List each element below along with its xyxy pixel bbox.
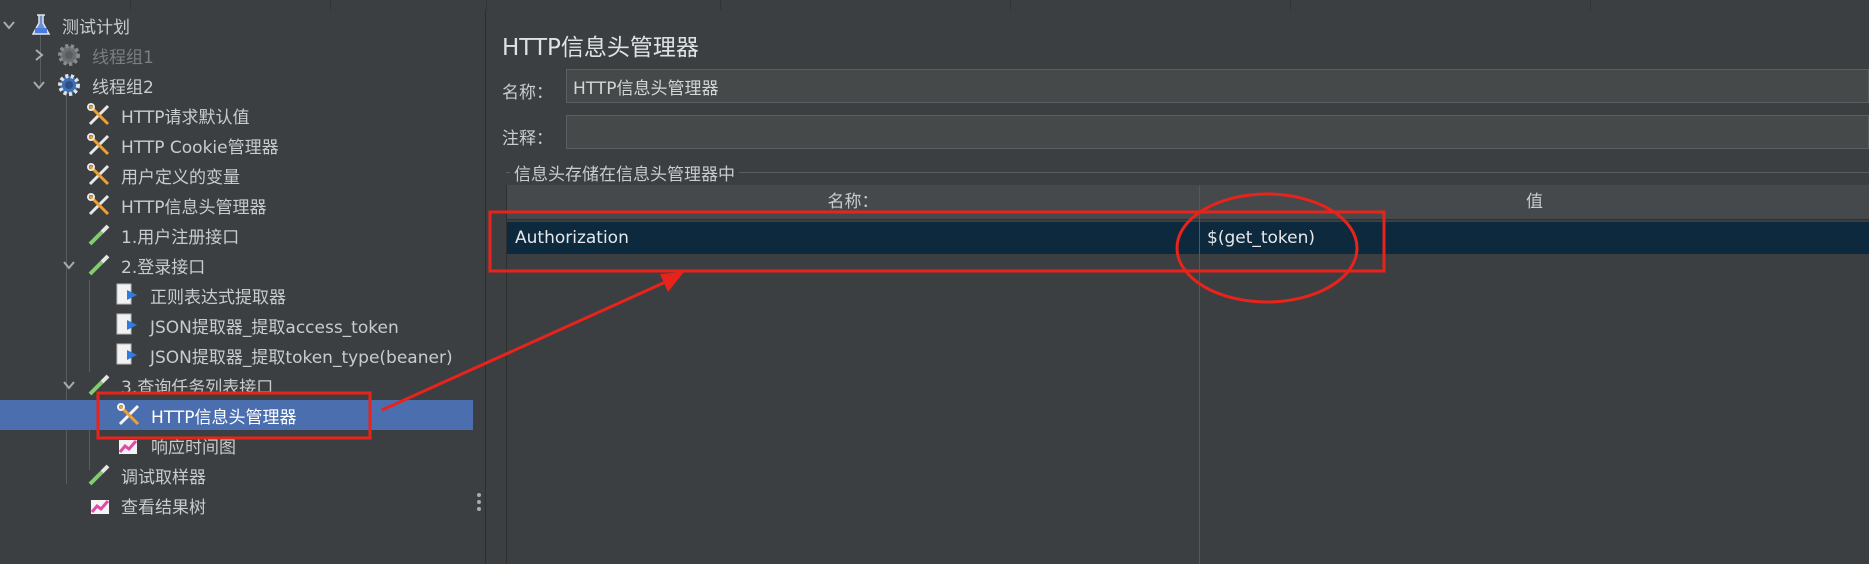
tree-node-debug-sampler[interactable]: 调试取样器 bbox=[0, 460, 473, 490]
tree-node-thread-group-2[interactable]: 线程组2 bbox=[0, 70, 473, 100]
tree-node-view-results-tree[interactable]: 查看结果树 bbox=[0, 490, 473, 520]
tree-node-test-plan[interactable]: 测试计划 bbox=[0, 10, 473, 40]
name-label: 名称： bbox=[502, 83, 553, 103]
comment-field[interactable] bbox=[573, 116, 1868, 148]
tree-node-regex-extractor[interactable]: 正则表达式提取器 bbox=[0, 280, 473, 310]
graph-icon bbox=[88, 492, 114, 518]
pipette-icon bbox=[86, 462, 112, 488]
tree-node-login-api[interactable]: 2.登录接口 bbox=[0, 250, 473, 280]
wrench-screwdriver-icon bbox=[86, 132, 112, 158]
graph-icon bbox=[116, 432, 142, 458]
wrench-screwdriver-icon bbox=[116, 402, 142, 428]
tree-node-user-defined-variables[interactable]: 用户定义的变量 bbox=[0, 160, 473, 190]
gear-icon bbox=[56, 42, 82, 68]
tree-node-label: 正则表达式提取器 bbox=[150, 287, 286, 308]
tree-node-thread-group-1[interactable]: 线程组1 bbox=[0, 40, 473, 70]
tree-node-label: HTTP请求默认值 bbox=[121, 107, 250, 128]
header-value-cell[interactable]: $(get_token) bbox=[1199, 222, 1869, 254]
tree-node-label: 用户定义的变量 bbox=[121, 167, 240, 188]
group-title: 信息头存储在信息头管理器中 bbox=[510, 160, 739, 185]
tree-node-label: 线程组2 bbox=[92, 77, 154, 98]
extractor-icon bbox=[114, 312, 140, 338]
tree-node-response-time-graph[interactable]: 响应时间图 bbox=[0, 430, 473, 460]
tree-node-label: HTTP Cookie管理器 bbox=[121, 137, 279, 158]
flask-icon bbox=[28, 12, 54, 38]
pipette-icon bbox=[86, 222, 112, 248]
chevron-down-icon[interactable] bbox=[2, 18, 16, 32]
tree-node-json-extractor-token-type[interactable]: JSON提取器_提取token_type(beaner) bbox=[0, 340, 473, 370]
tree-node-label: JSON提取器_提取token_type(beaner) bbox=[150, 347, 453, 368]
extractor-icon bbox=[114, 342, 140, 368]
tree-node-label: HTTP信息头管理器 bbox=[121, 197, 267, 218]
wrench-screwdriver-icon bbox=[86, 102, 112, 128]
column-header-value[interactable]: 值 bbox=[1199, 185, 1869, 219]
name-field-box bbox=[566, 69, 1869, 103]
name-field[interactable] bbox=[573, 70, 1868, 102]
tree-node-label: 测试计划 bbox=[62, 17, 130, 38]
tree-node-http-cookie-manager[interactable]: HTTP Cookie管理器 bbox=[0, 130, 473, 160]
tree-node-http-header-manager[interactable]: HTTP信息头管理器 bbox=[0, 190, 473, 220]
chevron-down-icon[interactable] bbox=[62, 258, 76, 272]
tree-node-label: 响应时间图 bbox=[151, 437, 236, 458]
chevron-down-icon[interactable] bbox=[62, 378, 76, 392]
column-divider bbox=[1199, 185, 1200, 564]
tree-node-http-request-defaults[interactable]: HTTP请求默认值 bbox=[0, 100, 473, 130]
header-name-cell[interactable]: Authorization bbox=[507, 222, 1199, 254]
tree-node-label: 2.登录接口 bbox=[121, 257, 206, 278]
column-header-name[interactable]: 名称： bbox=[507, 185, 1199, 219]
tree-node-label: 调试取样器 bbox=[121, 467, 206, 488]
comment-label: 注释： bbox=[502, 129, 553, 149]
page-title: HTTP信息头管理器 bbox=[502, 35, 699, 61]
tree-node-http-header-manager-selected[interactable]: HTTP信息头管理器 bbox=[0, 400, 473, 430]
header-manager-panel: HTTP信息头管理器 名称： 注释： 信息头存储在信息头管理器中 名称： 值 A… bbox=[486, 10, 1869, 564]
wrench-screwdriver-icon bbox=[86, 162, 112, 188]
chevron-right-icon[interactable] bbox=[32, 48, 46, 62]
panel-splitter[interactable] bbox=[473, 10, 486, 564]
test-plan-tree[interactable]: 测试计划 线程组1 线程组2 HTTP请求默认值 HTTP Cookie管理器 bbox=[0, 10, 473, 520]
tree-node-json-extractor-access-token[interactable]: JSON提取器_提取access_token bbox=[0, 310, 473, 340]
gear-icon bbox=[56, 72, 82, 98]
tree-node-label: 3.查询任务列表接口 bbox=[121, 377, 274, 398]
tree-node-label: 查看结果树 bbox=[121, 497, 206, 518]
comment-field-box bbox=[566, 115, 1869, 149]
headers-table[interactable]: 名称： 值 Authorization $(get_token) bbox=[506, 185, 1869, 564]
extractor-icon bbox=[114, 282, 140, 308]
tree-node-label: JSON提取器_提取access_token bbox=[150, 317, 399, 338]
tree-node-label: HTTP信息头管理器 bbox=[151, 407, 297, 428]
tree-node-label: 1.用户注册接口 bbox=[121, 227, 240, 248]
wrench-screwdriver-icon bbox=[86, 192, 112, 218]
tree-node-register-api[interactable]: 1.用户注册接口 bbox=[0, 220, 473, 250]
pipette-icon bbox=[86, 372, 112, 398]
chevron-down-icon[interactable] bbox=[32, 78, 46, 92]
splitter-grip-icon[interactable] bbox=[477, 493, 481, 515]
pipette-icon bbox=[86, 252, 112, 278]
tree-node-query-task-list-api[interactable]: 3.查询任务列表接口 bbox=[0, 370, 473, 400]
tree-node-label: 线程组1 bbox=[92, 47, 154, 68]
